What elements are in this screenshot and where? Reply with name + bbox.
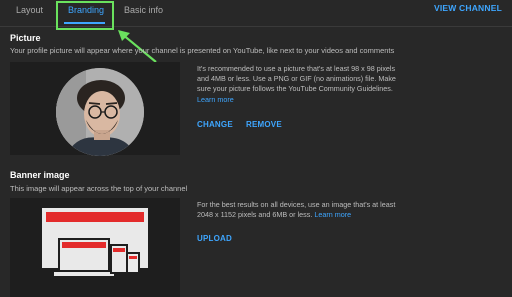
banner-section-title: Banner image xyxy=(10,170,70,180)
banner-devices-illustration xyxy=(42,208,148,276)
picture-learn-more-link[interactable]: Learn more xyxy=(197,95,234,104)
banner-section-subtitle: This image will appear across the top of… xyxy=(10,184,188,193)
picture-section-subtitle: Your profile picture will appear where y… xyxy=(10,46,395,55)
tab-basic-info[interactable]: Basic info xyxy=(124,5,163,15)
banner-image-panel xyxy=(10,198,180,297)
tab-layout[interactable]: Layout xyxy=(16,5,43,15)
banner-description-text: For the best results on all devices, use… xyxy=(197,200,396,220)
banner-description: For the best results on all devices, use… xyxy=(197,200,397,220)
upload-banner-button[interactable]: UPLOAD xyxy=(197,234,232,243)
profile-picture-avatar xyxy=(56,68,144,156)
highlight-annotation-box xyxy=(56,1,114,30)
view-channel-link[interactable]: VIEW CHANNEL xyxy=(434,3,502,13)
picture-section-title: Picture xyxy=(10,33,41,43)
picture-description: It's recommended to use a picture that's… xyxy=(197,64,397,105)
remove-picture-button[interactable]: REMOVE xyxy=(246,120,282,129)
picture-description-text: It's recommended to use a picture that's… xyxy=(197,64,396,94)
change-picture-button[interactable]: CHANGE xyxy=(197,120,233,129)
banner-learn-more-link[interactable]: Learn more xyxy=(314,210,351,219)
